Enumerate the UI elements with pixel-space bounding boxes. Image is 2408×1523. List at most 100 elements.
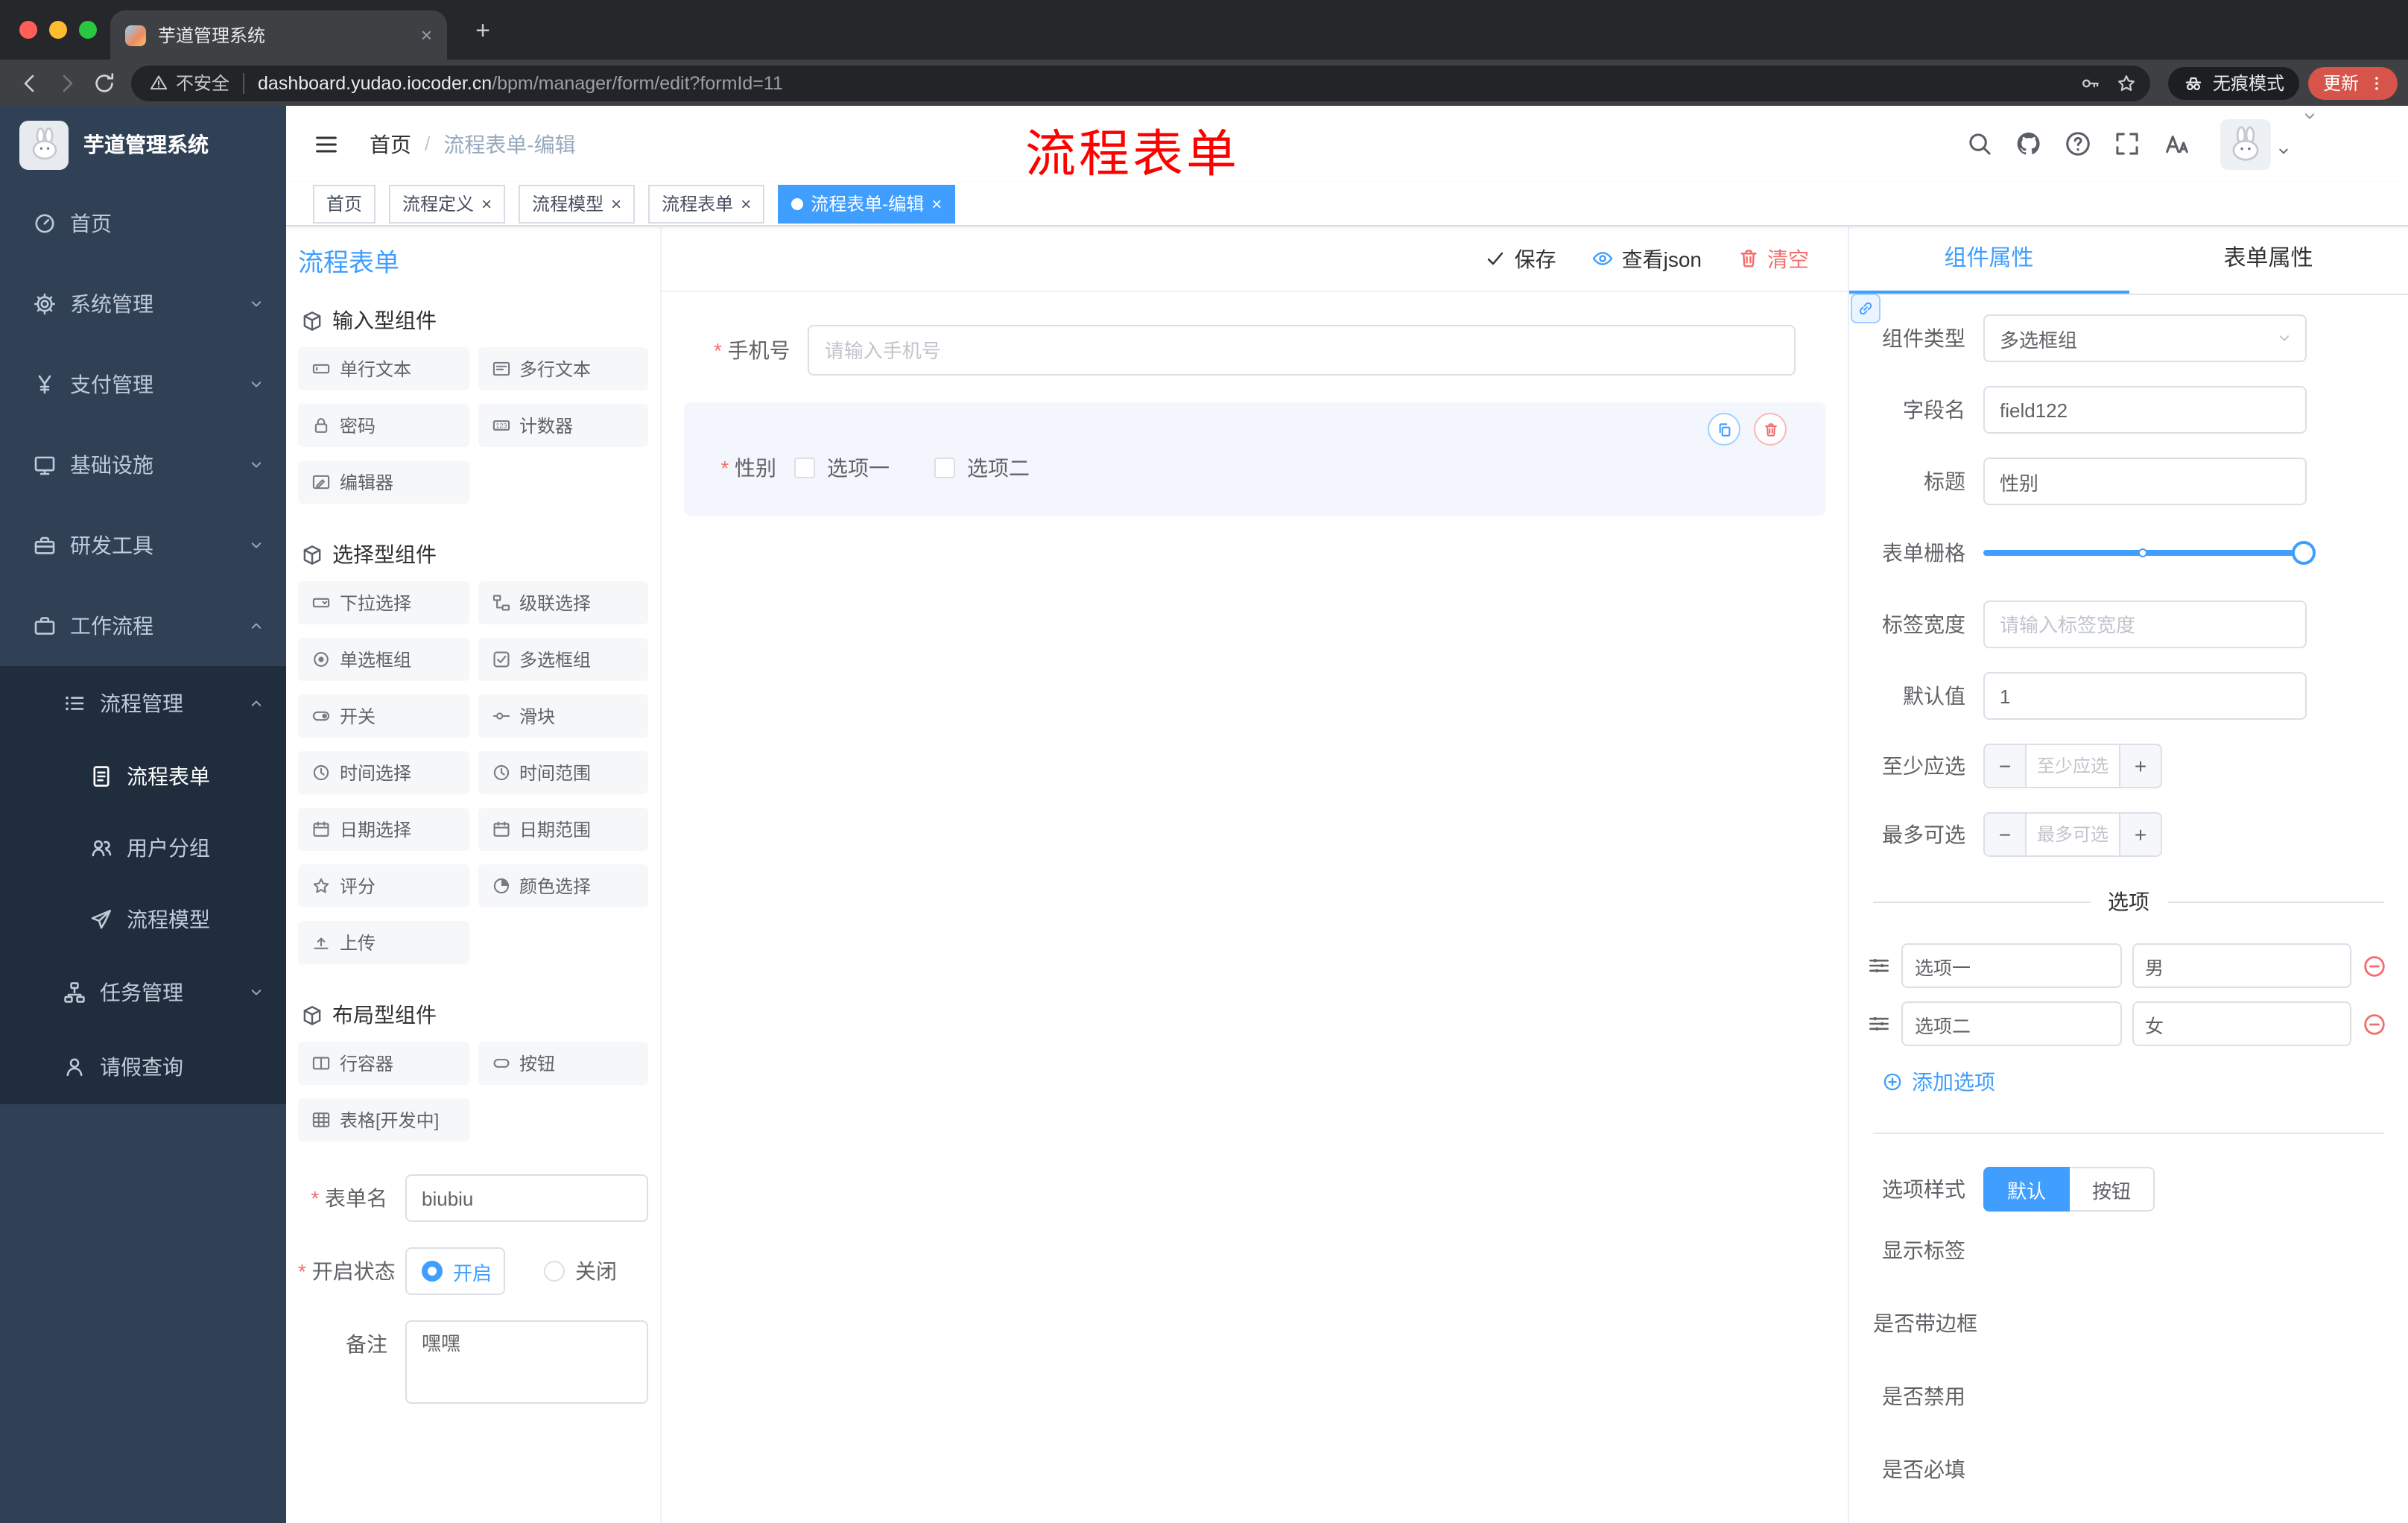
chevron-down-icon[interactable]	[2301, 107, 2319, 125]
radio-status-on[interactable]: 开启	[405, 1247, 506, 1295]
link-icon[interactable]	[1851, 294, 1881, 323]
bookmark-star-icon[interactable]	[2108, 65, 2144, 101]
sidebar-item-home[interactable]: 首页	[0, 183, 286, 264]
slider-handle[interactable]	[2292, 541, 2316, 565]
style-button-button[interactable]: 按钮	[2070, 1167, 2155, 1212]
copy-field-button[interactable]	[1708, 413, 1740, 446]
palette-item[interactable]: 表格[开发中]	[298, 1098, 469, 1142]
tag-close-icon[interactable]: ×	[481, 194, 492, 212]
canvas-field-gender[interactable]: 性别 选项一 选项二	[684, 402, 1825, 516]
palette-item[interactable]: 开关	[298, 694, 469, 738]
save-button[interactable]: 保存	[1485, 244, 1556, 273]
palette-item[interactable]: 单选框组	[298, 638, 469, 681]
default-value-input[interactable]	[1983, 672, 2307, 720]
close-window-button[interactable]	[19, 21, 37, 39]
palette-item[interactable]: 日期选择	[298, 808, 469, 851]
tab-close-icon[interactable]: ×	[421, 25, 432, 45]
form-remark-textarea[interactable]: 嘿嘿	[405, 1320, 648, 1404]
palette-item[interactable]: 上传	[298, 921, 469, 964]
option-label-input[interactable]	[1901, 943, 2121, 988]
kebab-menu-icon[interactable]	[2368, 74, 2386, 92]
font-size-icon[interactable]	[2162, 130, 2190, 158]
palette-item[interactable]: 单行文本	[298, 347, 469, 390]
palette-item[interactable]: 多选框组	[478, 638, 648, 681]
tab-form-props[interactable]: 表单属性	[2129, 227, 2408, 294]
search-icon[interactable]	[1965, 130, 1994, 158]
sidebar-item-payment[interactable]: 支付管理	[0, 344, 286, 425]
sidebar-item-task-mgmt[interactable]: 任务管理	[0, 955, 286, 1030]
title-input[interactable]	[1983, 457, 2307, 505]
password-key-icon[interactable]	[2073, 65, 2108, 101]
palette-item[interactable]: 编辑器	[298, 460, 469, 504]
option-value-input[interactable]	[2132, 1001, 2351, 1046]
new-tab-button[interactable]: +	[465, 13, 501, 49]
field-name-input[interactable]	[1983, 386, 2307, 434]
sidebar-item-leave-query[interactable]: 请假查询	[0, 1030, 286, 1104]
tag-process-definition[interactable]: 流程定义 ×	[389, 184, 506, 223]
palette-item[interactable]: 计数器	[478, 404, 648, 447]
remove-option-icon[interactable]	[2362, 1011, 2387, 1036]
component-type-select[interactable]: 多选框组	[1983, 314, 2307, 362]
option-label-input[interactable]	[1901, 1001, 2121, 1046]
help-icon[interactable]	[2064, 130, 2092, 158]
palette-item[interactable]: 按钮	[478, 1042, 648, 1085]
checkbox-option-2[interactable]: 选项二	[934, 453, 1030, 483]
tag-home[interactable]: 首页	[313, 184, 376, 223]
address-bar[interactable]: 不安全 dashboard.yudao.iocoder.cn/bpm/manag…	[131, 65, 2150, 101]
radio-status-off[interactable]: 关闭	[544, 1256, 617, 1286]
back-button[interactable]	[10, 64, 48, 101]
palette-item[interactable]: 级联选择	[478, 581, 648, 624]
view-json-button[interactable]: 查看json	[1592, 244, 1702, 273]
palette-item[interactable]: 评分	[298, 864, 469, 908]
max-select-input[interactable]	[2027, 814, 2119, 855]
delete-field-button[interactable]	[1754, 413, 1787, 446]
browser-tab[interactable]: 芋道管理系统 ×	[110, 10, 447, 60]
browser-update-button[interactable]: 更新	[2307, 66, 2398, 99]
tag-process-form[interactable]: 流程表单 ×	[648, 184, 765, 223]
user-menu[interactable]	[2220, 118, 2292, 169]
sidebar-item-process-model[interactable]: 流程模型	[0, 884, 286, 955]
avatar[interactable]	[2220, 118, 2271, 169]
stepper-minus-button[interactable]: −	[1985, 814, 2027, 855]
fullscreen-icon[interactable]	[2113, 130, 2141, 158]
style-default-button[interactable]: 默认	[1983, 1167, 2070, 1212]
tag-process-form-edit[interactable]: 流程表单-编辑 ×	[778, 184, 956, 223]
palette-item[interactable]: 时间选择	[298, 751, 469, 794]
palette-item[interactable]: 行容器	[298, 1042, 469, 1085]
grid-slider[interactable]	[1983, 529, 2316, 577]
security-chip[interactable]: 不安全	[149, 70, 229, 95]
tab-component-props[interactable]: 组件属性	[1849, 227, 2129, 294]
tag-close-icon[interactable]: ×	[931, 194, 942, 212]
maximize-window-button[interactable]	[79, 21, 97, 39]
breadcrumb-home[interactable]: 首页	[370, 129, 411, 159]
stepper-plus-button[interactable]: +	[2119, 745, 2161, 787]
reload-button[interactable]	[85, 64, 122, 101]
sidebar-toggle-button[interactable]	[310, 127, 343, 160]
add-option-button[interactable]: 添加选项	[1882, 1067, 2408, 1097]
minimize-window-button[interactable]	[49, 21, 67, 39]
checkbox-option-1[interactable]: 选项一	[794, 453, 890, 483]
sidebar-item-infra[interactable]: 基础设施	[0, 425, 286, 505]
sidebar-item-user-group[interactable]: 用户分组	[0, 812, 286, 884]
sidebar-item-system[interactable]: 系统管理	[0, 264, 286, 344]
sidebar-item-process-mgmt[interactable]: 流程管理	[0, 666, 286, 741]
palette-item[interactable]: 日期范围	[478, 808, 648, 851]
palette-item[interactable]: 密码	[298, 404, 469, 447]
min-select-input[interactable]	[2027, 745, 2119, 787]
stepper-minus-button[interactable]: −	[1985, 745, 2027, 787]
palette-item[interactable]: 滑块	[478, 694, 648, 738]
github-icon[interactable]	[2015, 130, 2043, 158]
forward-button[interactable]	[48, 64, 85, 101]
form-name-input[interactable]	[405, 1174, 648, 1222]
sidebar-item-process-form[interactable]: 流程表单	[0, 741, 286, 812]
tag-process-model[interactable]: 流程模型 ×	[519, 184, 636, 223]
phone-input[interactable]	[808, 325, 1796, 376]
palette-item[interactable]: 时间范围	[478, 751, 648, 794]
option-value-input[interactable]	[2132, 943, 2351, 988]
drag-handle-icon[interactable]	[1867, 1012, 1891, 1036]
label-width-input[interactable]	[1983, 601, 2307, 648]
stepper-plus-button[interactable]: +	[2119, 814, 2161, 855]
palette-item[interactable]: 多行文本	[478, 347, 648, 390]
remove-option-icon[interactable]	[2362, 953, 2387, 978]
tag-close-icon[interactable]: ×	[741, 194, 751, 212]
